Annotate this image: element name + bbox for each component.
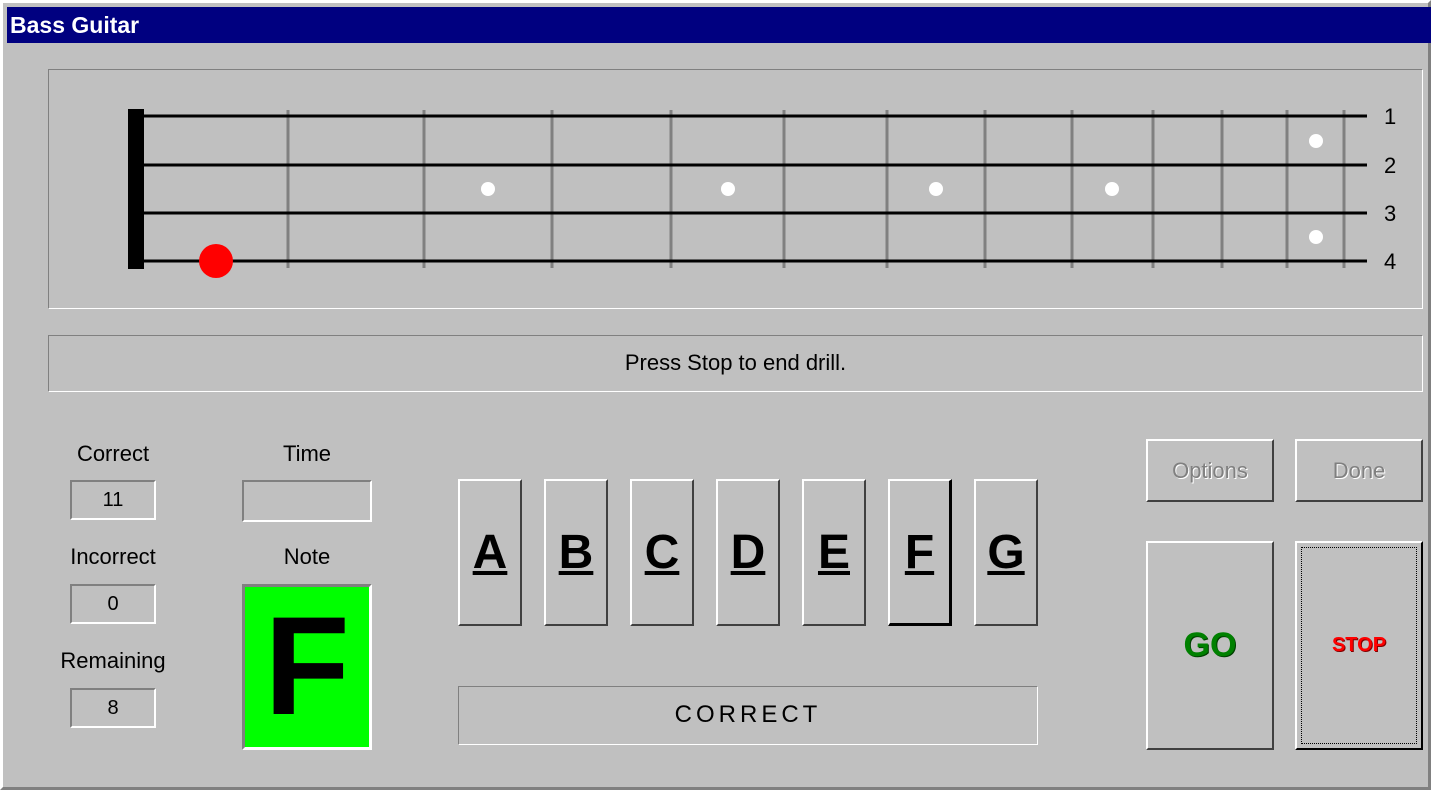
inlay-dot <box>1309 134 1323 148</box>
title-bar: Bass Guitar <box>7 7 1431 43</box>
status-message: Press Stop to end drill. <box>624 350 847 375</box>
inlay-dot <box>1309 230 1323 244</box>
incorrect-count: 0 <box>70 584 156 624</box>
inlay-dot <box>481 182 495 196</box>
fretboard-diagram[interactable]: 1 2 3 4 <box>49 70 1422 308</box>
note-button-e[interactable]: E <box>802 479 866 626</box>
stop-button[interactable]: STOP <box>1295 541 1423 750</box>
note-button-a[interactable]: A <box>458 479 522 626</box>
result-text: CORRECT <box>674 701 822 728</box>
nut <box>128 109 144 269</box>
incorrect-label: Incorrect <box>70 544 156 569</box>
note-button-b[interactable]: B <box>544 479 608 626</box>
string-number-label: 3 <box>1384 201 1396 226</box>
correct-label: Correct <box>76 441 150 466</box>
fretboard-panel: 1 2 3 4 <box>48 69 1423 309</box>
inlay-dot <box>721 182 735 196</box>
remaining-count: 8 <box>70 688 156 728</box>
note-button-g[interactable]: G <box>974 479 1038 626</box>
note-button-f[interactable]: F <box>888 479 952 626</box>
note-label: Note <box>283 544 331 569</box>
result-display: CORRECT <box>458 686 1038 745</box>
inlay-dot <box>1105 182 1119 196</box>
go-button[interactable]: GO <box>1146 541 1274 750</box>
time-label: Time <box>282 441 332 466</box>
inlay-dot <box>929 182 943 196</box>
note-button-c[interactable]: C <box>630 479 694 626</box>
remaining-label: Remaining <box>60 648 166 673</box>
note-display: F <box>242 584 372 750</box>
string-number-label: 4 <box>1384 249 1396 274</box>
done-button[interactable]: Done <box>1295 439 1423 502</box>
note-button-d[interactable]: D <box>716 479 780 626</box>
window-title: Bass Guitar <box>10 12 140 38</box>
go-label: GO <box>1183 626 1237 664</box>
time-display <box>242 480 372 522</box>
correct-count: 11 <box>70 480 156 520</box>
options-button[interactable]: Options <box>1146 439 1274 502</box>
string-number-label: 1 <box>1384 104 1396 129</box>
focus-rectangle <box>1301 547 1417 744</box>
current-note-marker <box>199 244 233 278</box>
string-number-label: 2 <box>1384 153 1396 178</box>
status-bar: Press Stop to end drill. <box>48 335 1423 392</box>
